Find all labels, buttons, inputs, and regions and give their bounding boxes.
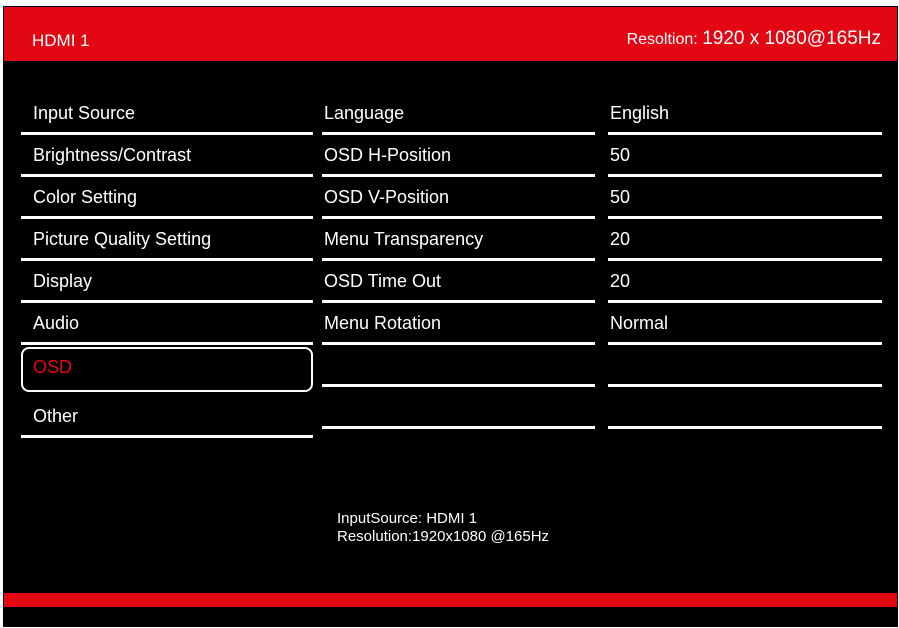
value-osd-time-out[interactable]: 20 [608, 261, 882, 303]
setting-name: OSD Time Out [324, 271, 442, 291]
setting-name: Menu Transparency [324, 229, 484, 249]
setting-name: OSD H-Position [324, 145, 452, 165]
menu-item-label: Other [33, 406, 79, 426]
setting-value: 20 [610, 229, 631, 249]
menu-item-audio[interactable]: Audio [21, 303, 313, 345]
menu-item-label: Display [33, 271, 93, 291]
setting-empty-row [322, 345, 595, 387]
menu-item-display[interactable]: Display [21, 261, 313, 303]
footer-accent-bar [4, 593, 897, 607]
header-resolution: Resoltion: 1920 x 1080@165Hz [627, 28, 881, 50]
signal-info: InputSource: HDMI 1 Resolution:1920x1080… [337, 510, 549, 546]
setting-value: 50 [610, 187, 631, 207]
setting-name: OSD V-Position [324, 187, 450, 207]
value-menu-transparency[interactable]: 20 [608, 219, 882, 261]
osd-window: HDMI 1 Resoltion: 1920 x 1080@165Hz Inpu… [3, 6, 898, 627]
menu-item-label: Input Source [33, 103, 136, 123]
resolution-label: Resoltion: [626, 31, 698, 48]
menu-item-label: Picture Quality Setting [33, 229, 212, 249]
setting-menu-rotation[interactable]: Menu Rotation [322, 303, 595, 345]
menu-item-osd[interactable]: OSD [21, 347, 313, 392]
menu-item-label: Audio [33, 313, 80, 333]
menu-item-color-setting[interactable]: Color Setting [21, 177, 313, 219]
menu-item-picture-quality[interactable]: Picture Quality Setting [21, 219, 313, 261]
setting-osd-time-out[interactable]: OSD Time Out [322, 261, 595, 303]
footer-input-source: InputSource: HDMI 1 [337, 510, 478, 527]
setting-osd-h-position[interactable]: OSD H-Position [322, 135, 595, 177]
value-osd-v-position[interactable]: 50 [608, 177, 882, 219]
main-menu: Input Source Brightness/Contrast Color S… [21, 93, 313, 438]
menu-item-brightness-contrast[interactable]: Brightness/Contrast [21, 135, 313, 177]
setting-value: English [610, 103, 670, 123]
osd-header: HDMI 1 Resoltion: 1920 x 1080@165Hz [4, 7, 897, 61]
menu-item-other[interactable]: Other [21, 396, 313, 438]
osd-settings-names: Language OSD H-Position OSD V-Position M… [322, 93, 595, 429]
menu-item-input-source[interactable]: Input Source [21, 93, 313, 135]
setting-value: 20 [610, 271, 631, 291]
value-osd-h-position[interactable]: 50 [608, 135, 882, 177]
menu-item-label: Brightness/Contrast [33, 145, 192, 165]
resolution-value: 1920 x 1080@165Hz [702, 28, 881, 49]
footer-resolution: Resolution:1920x1080 @165Hz [337, 528, 550, 545]
setting-language[interactable]: Language [322, 93, 595, 135]
setting-name: Language [324, 103, 405, 123]
current-input-label: HDMI 1 [32, 31, 90, 50]
setting-name: Menu Rotation [324, 313, 442, 333]
value-language[interactable]: English [608, 93, 882, 135]
osd-settings-values: English 50 50 20 20 Normal [608, 93, 882, 429]
setting-value: 50 [610, 145, 631, 165]
value-empty-row [608, 387, 882, 429]
setting-osd-v-position[interactable]: OSD V-Position [322, 177, 595, 219]
value-menu-rotation[interactable]: Normal [608, 303, 882, 345]
menu-item-label: Color Setting [33, 187, 138, 207]
setting-menu-transparency[interactable]: Menu Transparency [322, 219, 595, 261]
value-empty-row [608, 345, 882, 387]
setting-value: Normal [610, 313, 669, 333]
setting-empty-row [322, 387, 595, 429]
menu-item-label: OSD [33, 357, 73, 377]
